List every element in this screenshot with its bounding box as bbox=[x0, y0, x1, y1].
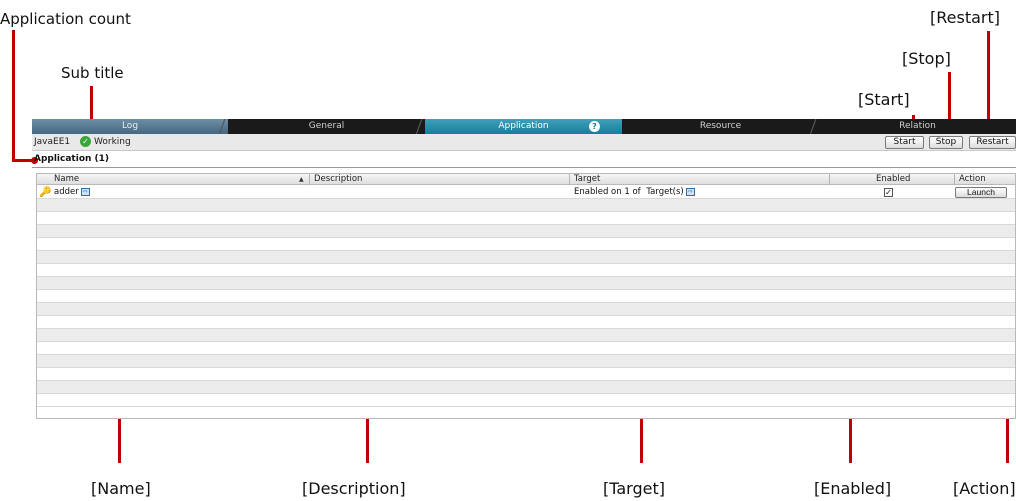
column-header-enabled[interactable]: Enabled bbox=[873, 174, 953, 185]
tab-application[interactable]: Application ? bbox=[425, 119, 622, 134]
empty-table-row bbox=[37, 329, 1015, 342]
target-prefix: Enabled on 1 of bbox=[574, 187, 641, 197]
annotation-sub-title: Sub title bbox=[61, 64, 124, 82]
annotation-description: [Description] bbox=[302, 479, 406, 498]
annotation-name: [Name] bbox=[91, 479, 151, 498]
application-name[interactable]: adder bbox=[54, 187, 79, 197]
empty-table-row bbox=[37, 381, 1015, 394]
empty-table-row bbox=[37, 316, 1015, 329]
annotation-application-count: Application count bbox=[0, 10, 131, 28]
enabled-checkbox[interactable]: ✓ bbox=[884, 188, 893, 197]
column-header-target[interactable]: Target bbox=[571, 174, 829, 185]
annotation-action: [Action] bbox=[953, 479, 1016, 498]
table-row[interactable]: 🔑 adder ⇨ Enabled on 1 of Target(s) ⇨ ✓ La… bbox=[37, 186, 1015, 199]
annotation-start: [Start] bbox=[858, 90, 910, 109]
tab-general[interactable]: General bbox=[228, 119, 425, 134]
empty-table-row bbox=[37, 342, 1015, 355]
server-name: JavaEE1 bbox=[34, 137, 71, 147]
tab-label: General bbox=[308, 121, 345, 131]
empty-table-row bbox=[37, 251, 1015, 264]
tab-separator bbox=[809, 119, 819, 134]
empty-table-row bbox=[37, 368, 1015, 381]
row-target-cell: Enabled on 1 of Target(s) ⇨ bbox=[574, 186, 695, 199]
tab-separator bbox=[415, 119, 425, 134]
empty-table-row bbox=[37, 212, 1015, 225]
annotation-stop: [Stop] bbox=[902, 49, 951, 68]
application-panel: Log General Application ? Resource Relat… bbox=[32, 119, 1016, 429]
tab-label: Application bbox=[498, 121, 549, 131]
start-button[interactable]: Start bbox=[885, 136, 924, 149]
column-divider bbox=[954, 174, 955, 185]
empty-table-row bbox=[37, 355, 1015, 368]
table-header: Name ▲ Description Target Enabled Action bbox=[37, 174, 1015, 185]
tab-resource[interactable]: Resource bbox=[622, 119, 819, 134]
annotation-target: [Target] bbox=[603, 479, 665, 498]
tab-label: Log bbox=[121, 121, 139, 131]
key-icon: 🔑 bbox=[39, 187, 52, 198]
empty-table-row bbox=[37, 264, 1015, 277]
empty-table-row bbox=[37, 290, 1015, 303]
row-name-cell: adder ⇨ bbox=[54, 186, 90, 199]
tab-bar: Log General Application ? Resource Relat… bbox=[32, 119, 1016, 134]
column-header-description[interactable]: Description bbox=[311, 174, 569, 185]
check-circle-icon: ✓ bbox=[80, 136, 91, 147]
callout-line-application-count-v bbox=[12, 30, 15, 161]
sort-ascending-icon[interactable]: ▲ bbox=[299, 174, 304, 185]
column-divider bbox=[309, 174, 310, 185]
empty-table-row bbox=[37, 225, 1015, 238]
empty-table-row bbox=[37, 277, 1015, 290]
detail-link-icon[interactable]: ⇨ bbox=[80, 187, 90, 196]
empty-table-row bbox=[37, 199, 1015, 212]
column-header-action[interactable]: Action bbox=[956, 174, 1015, 185]
annotation-enabled: [Enabled] bbox=[814, 479, 892, 498]
application-count-title: Application (1) bbox=[34, 154, 110, 164]
column-divider bbox=[829, 174, 830, 185]
server-status: Working bbox=[94, 137, 131, 147]
section-divider bbox=[32, 167, 1016, 168]
tab-label: Relation bbox=[899, 121, 936, 131]
empty-table-row bbox=[37, 238, 1015, 251]
column-divider bbox=[569, 174, 570, 185]
tab-relation[interactable]: Relation bbox=[819, 119, 1016, 134]
sub-title-bar: JavaEE1 ✓ Working Start Stop Restart bbox=[32, 134, 1016, 151]
tab-label: Resource bbox=[699, 121, 742, 131]
stop-button[interactable]: Stop bbox=[929, 136, 963, 149]
annotation-restart: [Restart] bbox=[930, 8, 1000, 27]
application-table: Name ▲ Description Target Enabled Action… bbox=[36, 173, 1016, 419]
tab-log[interactable]: Log bbox=[32, 119, 228, 134]
column-header-name[interactable]: Name bbox=[51, 174, 311, 185]
target-suffix: Target(s) bbox=[646, 187, 684, 197]
restart-button[interactable]: Restart bbox=[969, 136, 1016, 149]
tab-separator bbox=[218, 119, 228, 134]
empty-table-row bbox=[37, 303, 1015, 316]
empty-table-row bbox=[37, 394, 1015, 407]
help-icon[interactable]: ? bbox=[589, 121, 600, 132]
launch-button[interactable]: Launch bbox=[955, 187, 1007, 198]
target-link-icon[interactable]: ⇨ bbox=[685, 187, 695, 196]
